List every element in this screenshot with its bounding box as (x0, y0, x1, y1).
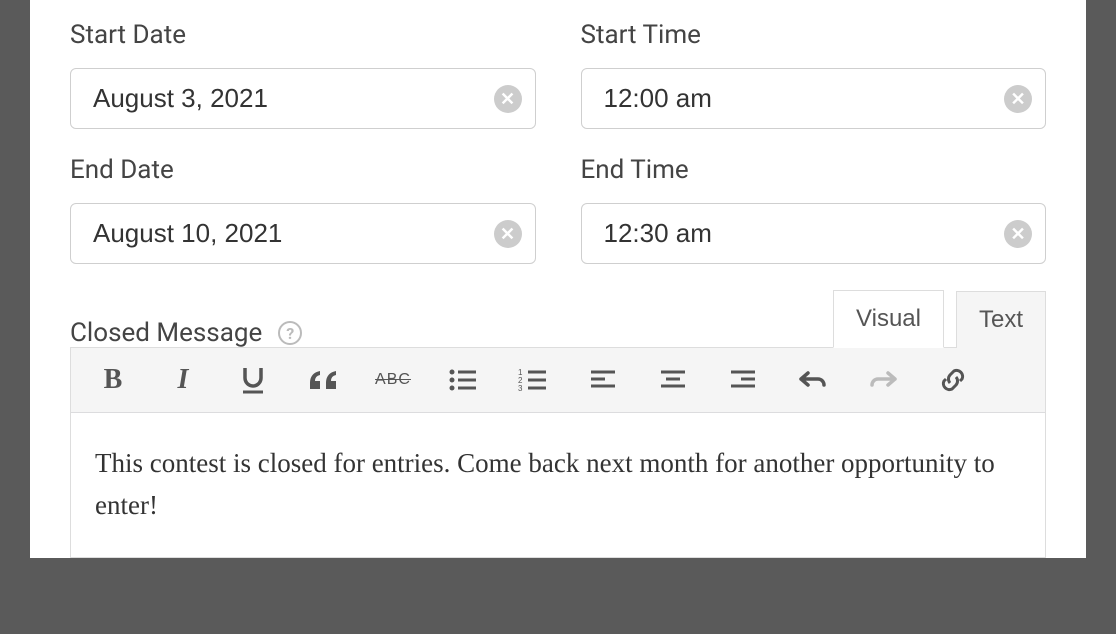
editor-tabs: Visual Text (833, 290, 1046, 348)
align-right-button[interactable] (723, 360, 763, 400)
start-time-input-wrap: ✕ (581, 68, 1047, 129)
italic-button[interactable]: I (163, 360, 203, 400)
bullet-list-icon (448, 367, 478, 393)
numbered-list-button[interactable]: 1 2 3 (513, 360, 553, 400)
tab-visual[interactable]: Visual (833, 290, 944, 348)
end-time-input[interactable] (581, 203, 1047, 264)
start-time-label: Start Time (581, 20, 1047, 50)
clear-end-time-button[interactable]: ✕ (1004, 220, 1032, 248)
link-button[interactable] (933, 360, 973, 400)
clear-start-date-button[interactable]: ✕ (494, 85, 522, 113)
svg-text:3: 3 (518, 384, 523, 393)
closed-label-wrap: Closed Message ? (70, 318, 302, 348)
rich-text-editor: B I ABC (70, 347, 1046, 558)
link-icon (938, 365, 968, 395)
clear-start-time-button[interactable]: ✕ (1004, 85, 1032, 113)
close-icon: ✕ (500, 225, 515, 243)
close-icon: ✕ (500, 90, 515, 108)
end-date-input[interactable] (70, 203, 536, 264)
bold-button[interactable]: B (93, 360, 133, 400)
start-date-label: Start Date (70, 20, 536, 50)
align-left-button[interactable] (583, 360, 623, 400)
close-icon: ✕ (1010, 225, 1025, 243)
form-panel: Start Date ✕ Start Time ✕ End Date (30, 0, 1086, 558)
align-right-icon (729, 368, 757, 392)
editor-content[interactable]: This contest is closed for entries. Come… (71, 413, 1045, 557)
start-date-input-wrap: ✕ (70, 68, 536, 129)
end-date-label: End Date (70, 155, 536, 185)
redo-button[interactable] (863, 360, 903, 400)
undo-icon (798, 368, 828, 392)
underline-icon (240, 365, 266, 395)
row-end: End Date ✕ End Time ✕ (70, 155, 1046, 264)
end-date-input-wrap: ✕ (70, 203, 536, 264)
end-time-input-wrap: ✕ (581, 203, 1047, 264)
bullet-list-button[interactable] (443, 360, 483, 400)
close-icon: ✕ (1010, 90, 1025, 108)
start-date-input[interactable] (70, 68, 536, 129)
help-icon[interactable]: ? (278, 321, 302, 345)
underline-button[interactable] (233, 360, 273, 400)
undo-button[interactable] (793, 360, 833, 400)
field-end-date: End Date ✕ (70, 155, 536, 264)
field-start-date: Start Date ✕ (70, 20, 536, 129)
align-center-button[interactable] (653, 360, 693, 400)
closed-message-header: Closed Message ? Visual Text (70, 290, 1046, 348)
field-start-time: Start Time ✕ (581, 20, 1047, 129)
align-center-icon (659, 368, 687, 392)
blockquote-button[interactable] (303, 360, 343, 400)
numbered-list-icon: 1 2 3 (518, 367, 548, 393)
closed-message-label: Closed Message (70, 318, 262, 348)
tab-text[interactable]: Text (956, 291, 1046, 348)
start-time-input[interactable] (581, 68, 1047, 129)
end-time-label: End Time (581, 155, 1047, 185)
clear-end-date-button[interactable]: ✕ (494, 220, 522, 248)
row-start: Start Date ✕ Start Time ✕ (70, 20, 1046, 129)
align-left-icon (589, 368, 617, 392)
field-end-time: End Time ✕ (581, 155, 1047, 264)
editor-toolbar: B I ABC (71, 348, 1045, 413)
redo-icon (868, 368, 898, 392)
quote-icon (306, 367, 340, 393)
strikethrough-button[interactable]: ABC (373, 360, 413, 400)
